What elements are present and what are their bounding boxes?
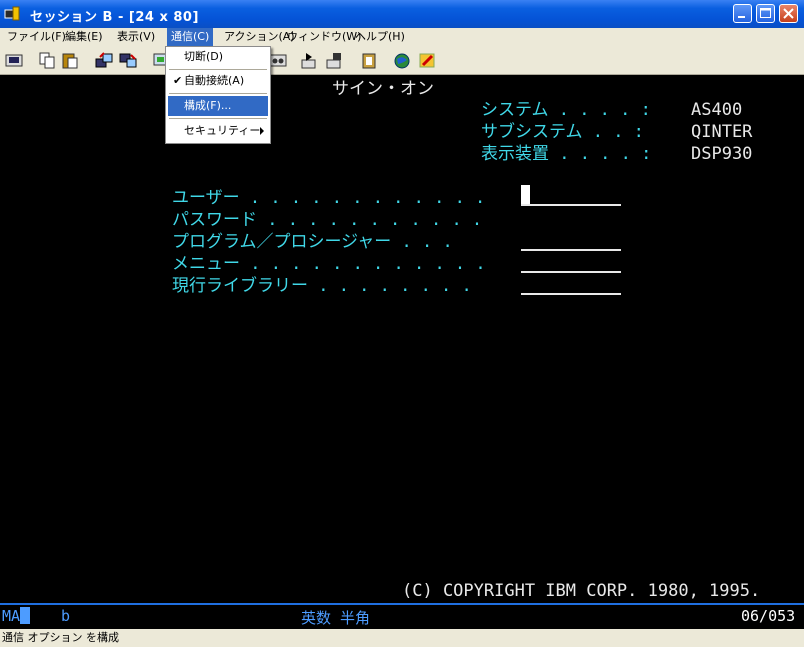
menu-item-disconnect[interactable]: 切断(D) bbox=[168, 47, 268, 67]
window-title: セッション B - [24 x 80] bbox=[30, 10, 199, 25]
status-text: 通信 オプション を構成 bbox=[2, 631, 119, 644]
menu-view[interactable]: 表示(V) bbox=[113, 28, 159, 46]
system-value: AS400 bbox=[691, 100, 743, 120]
print-screen-icon[interactable] bbox=[4, 51, 24, 70]
receive-icon[interactable] bbox=[118, 51, 138, 70]
menu-separator bbox=[169, 69, 267, 70]
menu-item-security[interactable]: セキュリティー(S) bbox=[168, 121, 268, 157]
menu-item-configure[interactable]: 構成(F)... bbox=[168, 96, 268, 116]
maximize-button[interactable] bbox=[756, 4, 775, 23]
menu-input[interactable] bbox=[521, 271, 621, 273]
library-input[interactable] bbox=[521, 293, 621, 295]
operator-info-area: MA b 英数 半角 06/053 bbox=[0, 605, 804, 629]
copyright-text: (C) COPYRIGHT IBM CORP. 1980, 1995. bbox=[402, 581, 761, 601]
display-device-label: 表示装置 . . . . : bbox=[481, 144, 652, 164]
oia-session: b bbox=[61, 607, 71, 625]
edit-icon[interactable] bbox=[417, 51, 437, 70]
subsystem-value: QINTER bbox=[691, 122, 753, 142]
play-icon[interactable] bbox=[300, 51, 320, 70]
display-device-value: DSP930 bbox=[691, 144, 753, 164]
checkmark-icon: ✔ bbox=[173, 74, 183, 87]
menu-edit[interactable]: 編集(E) bbox=[61, 28, 107, 46]
program-input[interactable] bbox=[521, 249, 621, 251]
library-label: 現行ライブラリー . . . . . . . . bbox=[172, 276, 472, 296]
oia-indicator bbox=[20, 607, 30, 624]
close-button[interactable] bbox=[779, 4, 798, 23]
screen-title: サイン・オン bbox=[332, 79, 434, 99]
globe-icon[interactable] bbox=[392, 51, 412, 70]
terminal-screen[interactable]: サイン・オン システム . . . . : AS400 サブシステム . . :… bbox=[0, 75, 804, 603]
submenu-arrow-icon bbox=[260, 127, 264, 135]
title-bar[interactable]: セッション B - [24 x 80] bbox=[0, 0, 804, 28]
menu-communication[interactable]: 通信(C) bbox=[167, 28, 214, 46]
text-cursor bbox=[521, 185, 530, 204]
minimize-button[interactable] bbox=[733, 4, 752, 23]
menu-separator bbox=[169, 118, 267, 119]
menu-help[interactable]: ヘルプ(H) bbox=[351, 28, 409, 46]
program-label: プログラム／プロシージャー . . . bbox=[172, 232, 453, 252]
send-icon[interactable] bbox=[94, 51, 114, 70]
oia-cursor-position: 06/053 bbox=[741, 607, 796, 625]
system-label: システム . . . . : bbox=[481, 100, 651, 120]
oia-input-mode: 英数 半角 bbox=[301, 609, 371, 627]
menu-item-auto-connect[interactable]: ✔ 自動接続(A) bbox=[168, 71, 268, 91]
menu-separator bbox=[169, 93, 267, 94]
paste-icon[interactable] bbox=[60, 51, 80, 70]
password-label: パスワード . . . . . . . . . . . bbox=[172, 210, 483, 230]
record-icon[interactable] bbox=[268, 51, 288, 70]
user-input[interactable] bbox=[521, 204, 621, 206]
menu-bar: ファイル(F) 編集(E) 表示(V) 通信(C) アクション(A) ウィンドウ… bbox=[0, 28, 804, 46]
user-label: ユーザー . . . . . . . . . . . . bbox=[172, 188, 486, 208]
subsystem-label: サブシステム . . : bbox=[481, 122, 644, 142]
clipboard-icon[interactable] bbox=[359, 51, 379, 70]
copy-icon[interactable] bbox=[37, 51, 57, 70]
status-bar: 通信 オプション を構成 bbox=[0, 629, 804, 647]
communication-dropdown: 切断(D) ✔ 自動接続(A) 構成(F)... セキュリティー(S) bbox=[165, 46, 271, 157]
app-icon[interactable] bbox=[4, 6, 22, 22]
toolbar bbox=[0, 46, 804, 75]
menu-label: メニュー . . . . . . . . . . . . bbox=[172, 254, 486, 274]
oia-mode: MA bbox=[2, 607, 21, 625]
macro-icon[interactable] bbox=[325, 51, 345, 70]
menu-file[interactable]: ファイル(F) bbox=[3, 28, 70, 46]
